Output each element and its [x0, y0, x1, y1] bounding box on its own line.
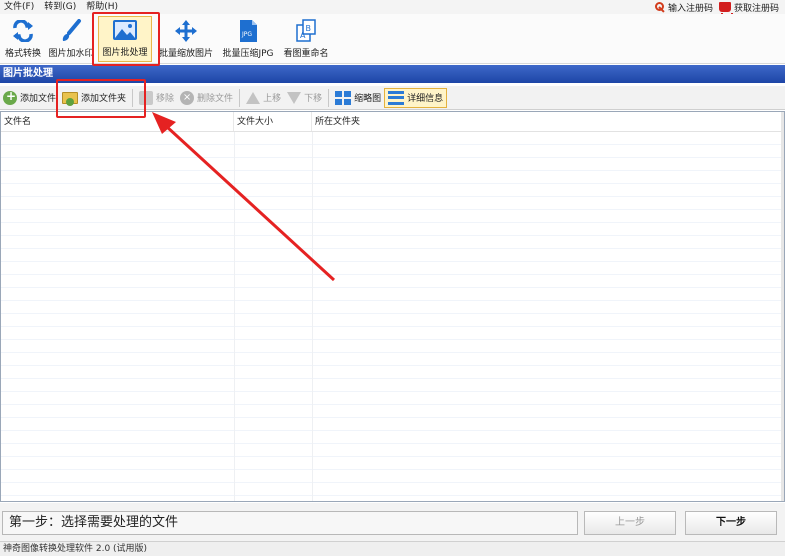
menu-right: 输入注册码 获取注册码: [654, 1, 785, 15]
next-step-button[interactable]: 下一步: [685, 511, 777, 535]
ribbon-compress-jpg[interactable]: JPG 批量压缩JPG: [219, 16, 277, 62]
thumbnail-view-button[interactable]: 缩略图: [332, 88, 384, 108]
separator: [328, 88, 330, 107]
buy-label: 获取注册码: [733, 3, 779, 14]
register-label: 输入注册码: [667, 3, 713, 14]
details-list-icon: [388, 90, 405, 105]
highlight-box-ribbon: [92, 12, 160, 66]
status-bar: 神奇图像转换处理软件 2.0 (试用版): [0, 541, 785, 556]
ribbon-format-convert[interactable]: 格式转换: [2, 16, 44, 62]
move-up-label: 上移: [263, 94, 282, 104]
arrow-down-icon: [287, 91, 302, 104]
convert-icon: [10, 19, 36, 43]
delete-file-label: 删除文件: [197, 94, 234, 104]
separator: [239, 88, 241, 107]
move-up-button[interactable]: 上移: [243, 88, 284, 108]
register-link[interactable]: 输入注册码: [654, 1, 713, 14]
resize-arrows-icon: [173, 19, 199, 43]
move-down-button[interactable]: 下移: [284, 88, 325, 108]
file-list[interactable]: 文件名 文件大小 所在文件夹: [0, 111, 785, 502]
arrow-up-icon: [246, 91, 261, 104]
jpg-file-icon: JPG: [235, 19, 261, 43]
ribbon-rename[interactable]: B A 看图重命名: [280, 16, 332, 62]
ribbon-label: 看图重命名: [283, 49, 329, 59]
thumbnail-grid-icon: [335, 90, 352, 105]
details-view-button[interactable]: 详细信息: [384, 87, 448, 108]
add-file-button[interactable]: 添加文件: [0, 88, 59, 108]
ribbon-label: 批量压缩JPG: [222, 49, 274, 59]
details-label: 详细信息: [407, 94, 444, 104]
step-bar: 第一步：选择需要处理的文件 上一步 下一步: [0, 503, 785, 541]
add-file-icon: [3, 89, 17, 105]
ribbon-watermark[interactable]: 图片加水印: [46, 16, 96, 62]
svg-text:JPG: JPG: [241, 31, 252, 38]
ribbon-label: 批量缩放图片: [158, 49, 213, 59]
svg-text:B: B: [306, 24, 312, 33]
remove-label: 移除: [156, 94, 175, 104]
column-header-folder[interactable]: 所在文件夹: [312, 112, 784, 131]
previous-step-button[interactable]: 上一步: [584, 511, 676, 535]
svg-text:A: A: [300, 31, 306, 40]
move-down-label: 下移: [304, 94, 323, 104]
step-instruction: 第一步：选择需要处理的文件: [2, 511, 578, 535]
column-divider: [234, 132, 235, 501]
file-list-body[interactable]: [1, 132, 784, 501]
column-divider: [312, 132, 313, 501]
delete-file-button[interactable]: × 删除文件: [177, 88, 236, 108]
menu-goto[interactable]: 转到(G): [40, 0, 82, 14]
buy-link[interactable]: 获取注册码: [718, 1, 779, 15]
ribbon-label: 图片加水印: [48, 49, 94, 59]
cart-icon: [718, 2, 733, 15]
rename-icon: B A: [293, 19, 319, 43]
highlight-box-add-folder: [56, 79, 146, 118]
brush-icon: [58, 19, 84, 43]
delete-icon: ×: [180, 90, 195, 105]
column-header-filesize[interactable]: 文件大小: [234, 112, 312, 131]
vertical-scrollbar[interactable]: [781, 112, 784, 501]
key-icon: [654, 2, 665, 12]
menu-file[interactable]: 文件(F): [0, 0, 40, 14]
ribbon-batch-resize[interactable]: 批量缩放图片: [156, 16, 216, 62]
ribbon-label: 格式转换: [4, 49, 41, 59]
thumbnail-label: 缩略图: [354, 94, 382, 104]
add-file-label: 添加文件: [20, 94, 57, 104]
